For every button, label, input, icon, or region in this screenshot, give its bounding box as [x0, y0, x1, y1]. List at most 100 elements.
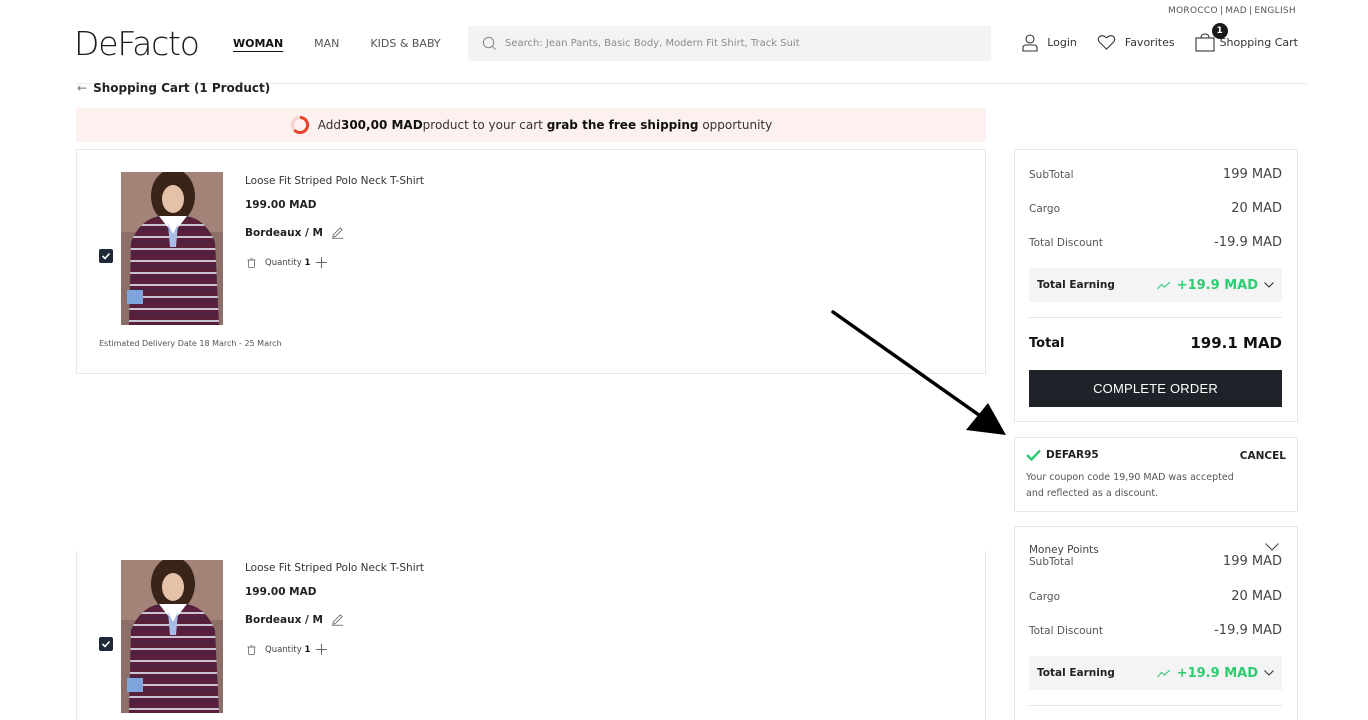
discount-value: -19.9 MAD — [1214, 623, 1282, 638]
total-value: 199.1 MAD — [1190, 334, 1282, 352]
discount-value: -19.9 MAD — [1214, 235, 1282, 250]
discount-label: Total Discount — [1029, 624, 1103, 637]
quantity-label: Quantity 1 — [265, 644, 311, 655]
free-shipping-banner: Add300,00 MADproduct to your cart grab t… — [76, 108, 986, 142]
coupon-code-label: DEFAR95 — [1046, 449, 1099, 461]
cargo-label: Cargo — [1029, 202, 1060, 215]
product-image[interactable] — [121, 560, 223, 713]
cargo-value: 20 MAD — [1231, 201, 1282, 216]
product-price: 199.00 MAD — [245, 199, 317, 211]
summary-divider — [1029, 317, 1282, 318]
chevron-down-icon — [1264, 282, 1274, 288]
favorites-button[interactable]: Favorites — [1097, 34, 1175, 51]
coupon-code: DEFAR95 — [1026, 449, 1099, 461]
product-variant[interactable]: Bordeaux / M — [245, 226, 344, 239]
product-photo — [121, 172, 223, 325]
country-link[interactable]: MOROCCO — [1168, 6, 1218, 16]
discount-label: Total Discount — [1029, 236, 1103, 249]
login-button[interactable]: Login — [1022, 33, 1077, 52]
item-checkbox[interactable] — [99, 249, 113, 263]
subtotal-label: SubTotal — [1029, 168, 1074, 181]
cargo-row: Cargo 20 MAD — [1029, 201, 1282, 216]
subtotal-value: 199 MAD — [1222, 554, 1282, 569]
edit-pencil-icon[interactable] — [331, 613, 344, 626]
login-label: Login — [1047, 36, 1077, 49]
search-icon — [482, 36, 496, 50]
quantity-stepper: Quantity 1 — [247, 257, 328, 268]
quantity-stepper: Quantity 1 — [247, 644, 328, 655]
total-label: Total — [1029, 335, 1065, 351]
locale-bar[interactable]: MOROCCO | MAD | ENGLISH — [1166, 6, 1298, 16]
product-name[interactable]: Loose Fit Striped Polo Neck T-Shirt — [245, 175, 424, 187]
user-icon — [1022, 33, 1038, 52]
heart-icon — [1097, 35, 1116, 50]
trend-up-icon — [1156, 281, 1171, 289]
check-icon — [101, 252, 111, 260]
earning-value: +19.9 MAD — [1176, 665, 1258, 681]
nav-woman[interactable]: WOMAN — [233, 37, 283, 50]
product-price: 199.00 MAD — [245, 586, 317, 598]
main-nav: WOMAN MAN KIDS & BABY — [233, 37, 441, 50]
chevron-down-icon — [1264, 670, 1274, 676]
coupon-cancel-button[interactable]: CANCEL — [1240, 450, 1286, 462]
earning-value: +19.9 MAD — [1176, 277, 1258, 293]
product-image[interactable] — [121, 172, 223, 325]
subtotal-label: SubTotal — [1029, 555, 1074, 568]
order-summary: SubTotal 199 MAD Cargo 20 MAD Total Disc… — [1014, 149, 1298, 422]
trash-icon[interactable] — [247, 257, 256, 268]
earning-label: Total Earning — [1037, 279, 1115, 291]
page-title: Shopping Cart (1 Product) — [93, 81, 271, 95]
trash-icon[interactable] — [247, 644, 256, 655]
arrow-left-icon: ← — [77, 81, 88, 95]
discount-row: Total Discount -19.9 MAD — [1029, 235, 1282, 250]
product-name[interactable]: Loose Fit Striped Polo Neck T-Shirt — [245, 562, 424, 574]
progress-ring-icon — [290, 115, 309, 134]
discount-row: Total Discount -19.9 MAD — [1029, 623, 1282, 638]
header-actions: Login Favorites 1 Shopping Cart — [1002, 23, 1298, 52]
complete-order-button[interactable]: COMPLETE ORDER — [1029, 370, 1282, 407]
shopping-bag-icon — [1195, 33, 1215, 52]
trend-up-icon — [1156, 669, 1171, 677]
total-earning-toggle[interactable]: Total Earning +19.9 MAD — [1029, 656, 1282, 690]
shopping-cart-label: Shopping Cart — [1219, 36, 1298, 49]
nav-man[interactable]: MAN — [314, 37, 339, 50]
shopping-cart-button[interactable]: 1 Shopping Cart — [1195, 23, 1298, 52]
variant-label: Bordeaux / M — [245, 613, 323, 626]
money-points-label[interactable]: Money Points — [1029, 544, 1099, 556]
coupon-box: DEFAR95 CANCEL Your coupon code 19,90 MA… — [1014, 437, 1298, 512]
cart-count-badge: 1 — [1211, 23, 1228, 39]
nav-kids-baby[interactable]: KIDS & BABY — [370, 37, 440, 50]
delivery-date: Estimated Delivery Date 18 March - 25 Ma… — [99, 339, 282, 348]
currency-link[interactable]: MAD — [1225, 6, 1247, 16]
product-photo — [121, 560, 223, 713]
cargo-value: 20 MAD — [1231, 589, 1282, 604]
item-checkbox[interactable] — [99, 637, 113, 651]
cart-item-card-duplicate: Loose Fit Striped Polo Neck T-Shirt 199.… — [76, 551, 986, 720]
defacto-logo[interactable]: DeFacto — [74, 24, 200, 63]
quantity-label: Quantity 1 — [265, 257, 311, 268]
total-row: Total 199.1 MAD — [1029, 334, 1282, 352]
check-icon — [101, 640, 111, 648]
earning-label: Total Earning — [1037, 667, 1115, 679]
plus-icon[interactable] — [316, 257, 328, 268]
summary-divider — [1029, 705, 1282, 706]
search-input[interactable] — [505, 38, 985, 49]
cargo-row: Cargo 20 MAD — [1029, 589, 1282, 604]
variant-label: Bordeaux / M — [245, 226, 323, 239]
coupon-message: Your coupon code 19,90 MAD was accepted … — [1026, 472, 1234, 499]
earning-value-group: +19.9 MAD — [1156, 277, 1274, 293]
subtotal-row: SubTotal 199 MAD — [1029, 167, 1282, 182]
total-earning-toggle[interactable]: Total Earning +19.9 MAD — [1029, 268, 1282, 302]
check-icon — [1026, 449, 1041, 461]
edit-pencil-icon[interactable] — [331, 226, 344, 239]
language-link[interactable]: ENGLISH — [1254, 6, 1296, 16]
plus-icon[interactable] — [316, 644, 328, 655]
product-variant[interactable]: Bordeaux / M — [245, 613, 344, 626]
favorites-label: Favorites — [1124, 36, 1175, 49]
subtotal-value: 199 MAD — [1222, 167, 1282, 182]
search-bar[interactable] — [468, 26, 991, 61]
banner-text: Add300,00 MADproduct to your cart grab t… — [317, 118, 773, 132]
earning-value-group: +19.9 MAD — [1156, 665, 1274, 681]
back-to-cart-link[interactable]: ← Shopping Cart (1 Product) — [77, 81, 270, 95]
chevron-down-icon[interactable] — [1265, 543, 1279, 551]
